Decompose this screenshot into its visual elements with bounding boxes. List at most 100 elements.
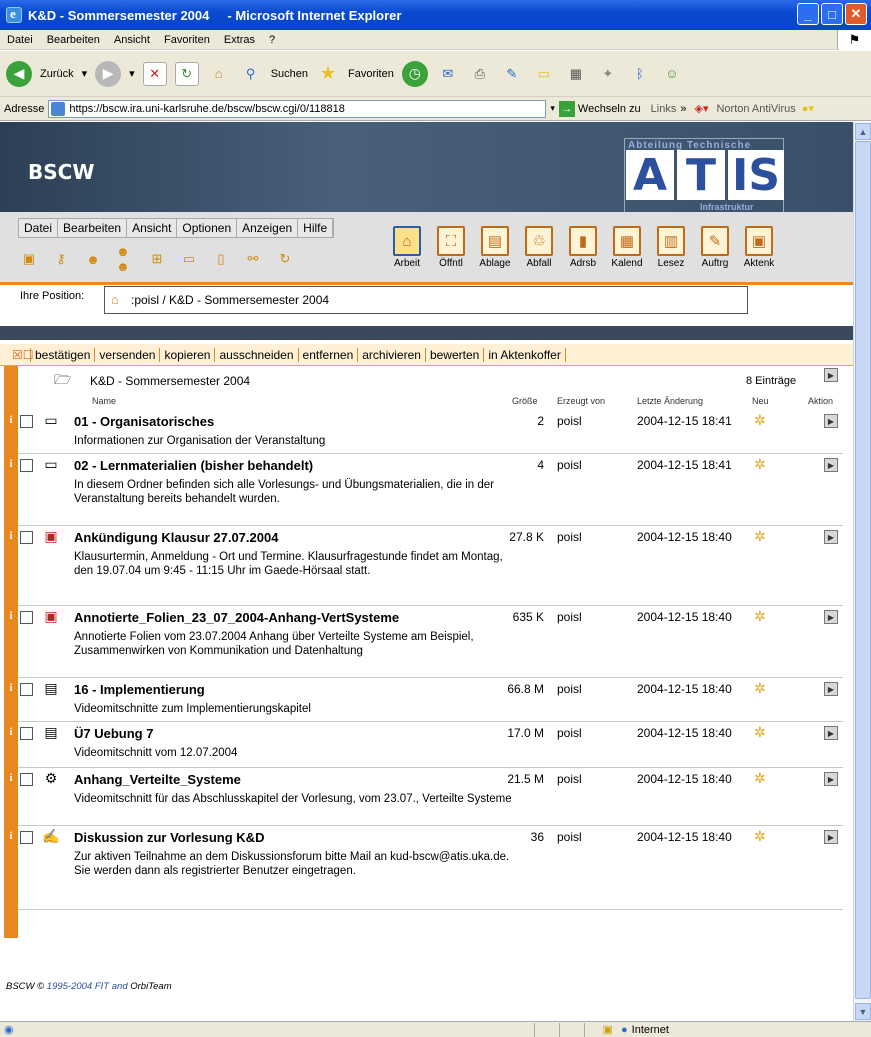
maximize-button[interactable]: □ — [821, 3, 843, 25]
research-icon[interactable]: ✦ — [596, 62, 620, 86]
info-icon[interactable]: i — [4, 530, 18, 542]
item-owner[interactable]: poisl — [557, 610, 582, 624]
breadcrumb-path[interactable]: :poisl / K&D - Sommersemester 2004 — [131, 293, 329, 307]
footer-orbiteam-link[interactable]: OrbiTeam — [130, 981, 171, 992]
dropdown-icon[interactable]: ▾ — [82, 67, 88, 80]
info-icon[interactable]: i — [4, 830, 18, 842]
item-checkbox[interactable] — [20, 459, 33, 472]
button-oeffntl[interactable]: ⛶ Öffntl — [432, 218, 470, 269]
minimize-button[interactable]: _ — [797, 3, 819, 25]
item-owner[interactable]: poisl — [557, 530, 582, 544]
info-icon[interactable]: i — [4, 610, 18, 622]
item-checkbox[interactable] — [20, 727, 33, 740]
button-arbeit[interactable]: ⌂ Arbeit — [388, 218, 426, 269]
forward-icon[interactable]: ▶ — [95, 60, 122, 87]
item-checkbox[interactable] — [20, 415, 33, 428]
col-by[interactable]: Erzeugt von — [557, 396, 605, 406]
home-icon[interactable]: ⌂ — [207, 62, 231, 86]
print-icon[interactable]: ⎙ — [468, 62, 492, 86]
action-bestaetigen[interactable]: bestätigen — [30, 347, 94, 362]
item-name[interactable]: Ankündigung Klausur 27.07.2004 — [74, 530, 278, 545]
history-icon[interactable]: ◷ — [401, 60, 428, 87]
user-icon[interactable]: ☻ — [84, 250, 102, 268]
info-icon[interactable]: i — [4, 726, 18, 738]
stop-icon[interactable]: ✕ — [142, 61, 167, 86]
menu-help[interactable]: ? — [262, 34, 282, 46]
favorites-icon[interactable]: ★ — [316, 62, 340, 86]
favorites-label[interactable]: Favoriten — [348, 68, 394, 80]
menu-datei[interactable]: Datei — [0, 34, 40, 46]
item-owner[interactable]: poisl — [557, 772, 582, 786]
bscw-menu-datei[interactable]: Datei — [19, 219, 59, 237]
bluetooth-icon[interactable]: ᛒ — [628, 62, 652, 86]
info-icon[interactable]: i — [4, 772, 18, 784]
go-button[interactable]: → Wechseln zu — [558, 100, 641, 117]
edit-icon[interactable]: ✎ — [500, 62, 524, 86]
item-checkbox[interactable] — [20, 683, 33, 696]
item-checkbox[interactable] — [20, 531, 33, 544]
button-kalend[interactable]: ▦ Kalend — [608, 218, 646, 269]
item-checkbox[interactable] — [20, 611, 33, 624]
menu-extras[interactable]: Extras — [217, 34, 262, 46]
scroll-thumb[interactable] — [855, 141, 871, 999]
search-label[interactable]: Suchen — [271, 68, 308, 80]
action-aktenkoffer[interactable]: in Aktenkoffer — [483, 347, 566, 362]
action-ausschneiden[interactable]: ausschneiden — [214, 347, 297, 362]
item-owner[interactable]: poisl — [557, 414, 582, 428]
menu-favoriten[interactable]: Favoriten — [157, 34, 217, 46]
search-icon[interactable]: ⚯ — [244, 250, 262, 268]
action-archivieren[interactable]: archivieren — [357, 347, 425, 362]
item-owner[interactable]: poisl — [557, 682, 582, 696]
col-changed[interactable]: Letzte Änderung — [637, 396, 703, 406]
col-size[interactable]: Größe — [512, 396, 538, 406]
key-icon[interactable]: ⚷ — [52, 250, 70, 268]
norton-shield-icon[interactable]: ◈▾ — [694, 102, 708, 115]
action-entfernen[interactable]: entfernen — [297, 347, 358, 362]
vertical-scrollbar[interactable]: ▲ ▼ — [853, 122, 871, 1021]
folder-icon[interactable]: ▭ — [532, 62, 556, 86]
close-button[interactable]: ✕ — [845, 3, 867, 25]
menu-ansicht[interactable]: Ansicht — [107, 34, 157, 46]
select-all-icon[interactable]: ☒☐ — [0, 348, 34, 362]
bscw-menu-hilfe[interactable]: Hilfe — [298, 219, 334, 237]
button-auftrg[interactable]: ✎ Auftrg — [696, 218, 734, 269]
item-owner[interactable]: poisl — [557, 458, 582, 472]
info-icon[interactable]: i — [4, 682, 18, 694]
refresh-icon[interactable]: ↻ — [276, 250, 294, 268]
scroll-up-icon[interactable]: ▲ — [855, 123, 871, 140]
item-name[interactable]: Anhang_Verteilte_Systeme — [74, 772, 241, 787]
action-versenden[interactable]: versenden — [94, 347, 159, 362]
item-owner[interactable]: poisl — [557, 830, 582, 844]
dropdown-icon[interactable]: ▾ — [129, 67, 135, 80]
back-icon[interactable]: ◀ — [6, 60, 32, 87]
item-name[interactable]: Annotierte_Folien_23_07_2004-Anhang-Vert… — [74, 610, 399, 625]
item-checkbox[interactable] — [20, 773, 33, 786]
footer-fit-link[interactable]: 1995-2004 FIT — [47, 981, 109, 992]
item-name[interactable]: Ü7 Uebung 7 — [74, 726, 153, 741]
bscw-menu-optionen[interactable]: Optionen — [177, 219, 238, 237]
bscw-menu-anzeigen[interactable]: Anzeigen — [237, 219, 299, 237]
item-owner[interactable]: poisl — [557, 726, 582, 740]
item-action-button[interactable]: ▶ — [824, 726, 838, 740]
new-folder-icon[interactable]: ▭ — [180, 250, 198, 268]
item-name[interactable]: Diskussion zur Vorlesung K&D — [74, 830, 264, 845]
info-icon[interactable]: i — [4, 414, 18, 426]
search-icon[interactable]: ⚲ — [239, 62, 263, 86]
item-name[interactable]: 01 - Organisatorisches — [74, 414, 214, 429]
links-label[interactable]: Links — [651, 103, 677, 115]
button-adrsb[interactable]: ▮ Adrsb — [564, 218, 602, 269]
item-checkbox[interactable] — [20, 831, 33, 844]
col-name[interactable]: Name — [92, 396, 116, 406]
action-bewerten[interactable]: bewerten — [424, 347, 483, 362]
info-icon[interactable]: ▣ — [20, 250, 38, 268]
folder-action-button[interactable]: ▶ — [824, 368, 838, 382]
scroll-down-icon[interactable]: ▼ — [855, 1003, 871, 1020]
button-lesez[interactable]: ▥ Lesez — [652, 218, 690, 269]
refresh-icon[interactable]: ↻ — [174, 61, 199, 86]
item-action-button[interactable]: ▶ — [824, 772, 838, 786]
button-aktenk[interactable]: ▣ Aktenk — [740, 218, 778, 269]
new-window-icon[interactable]: ⊞ — [148, 250, 166, 268]
bscw-menu-bearbeiten[interactable]: Bearbeiten — [58, 219, 128, 237]
item-action-button[interactable]: ▶ — [824, 458, 838, 472]
menu-bearbeiten[interactable]: Bearbeiten — [40, 34, 107, 46]
